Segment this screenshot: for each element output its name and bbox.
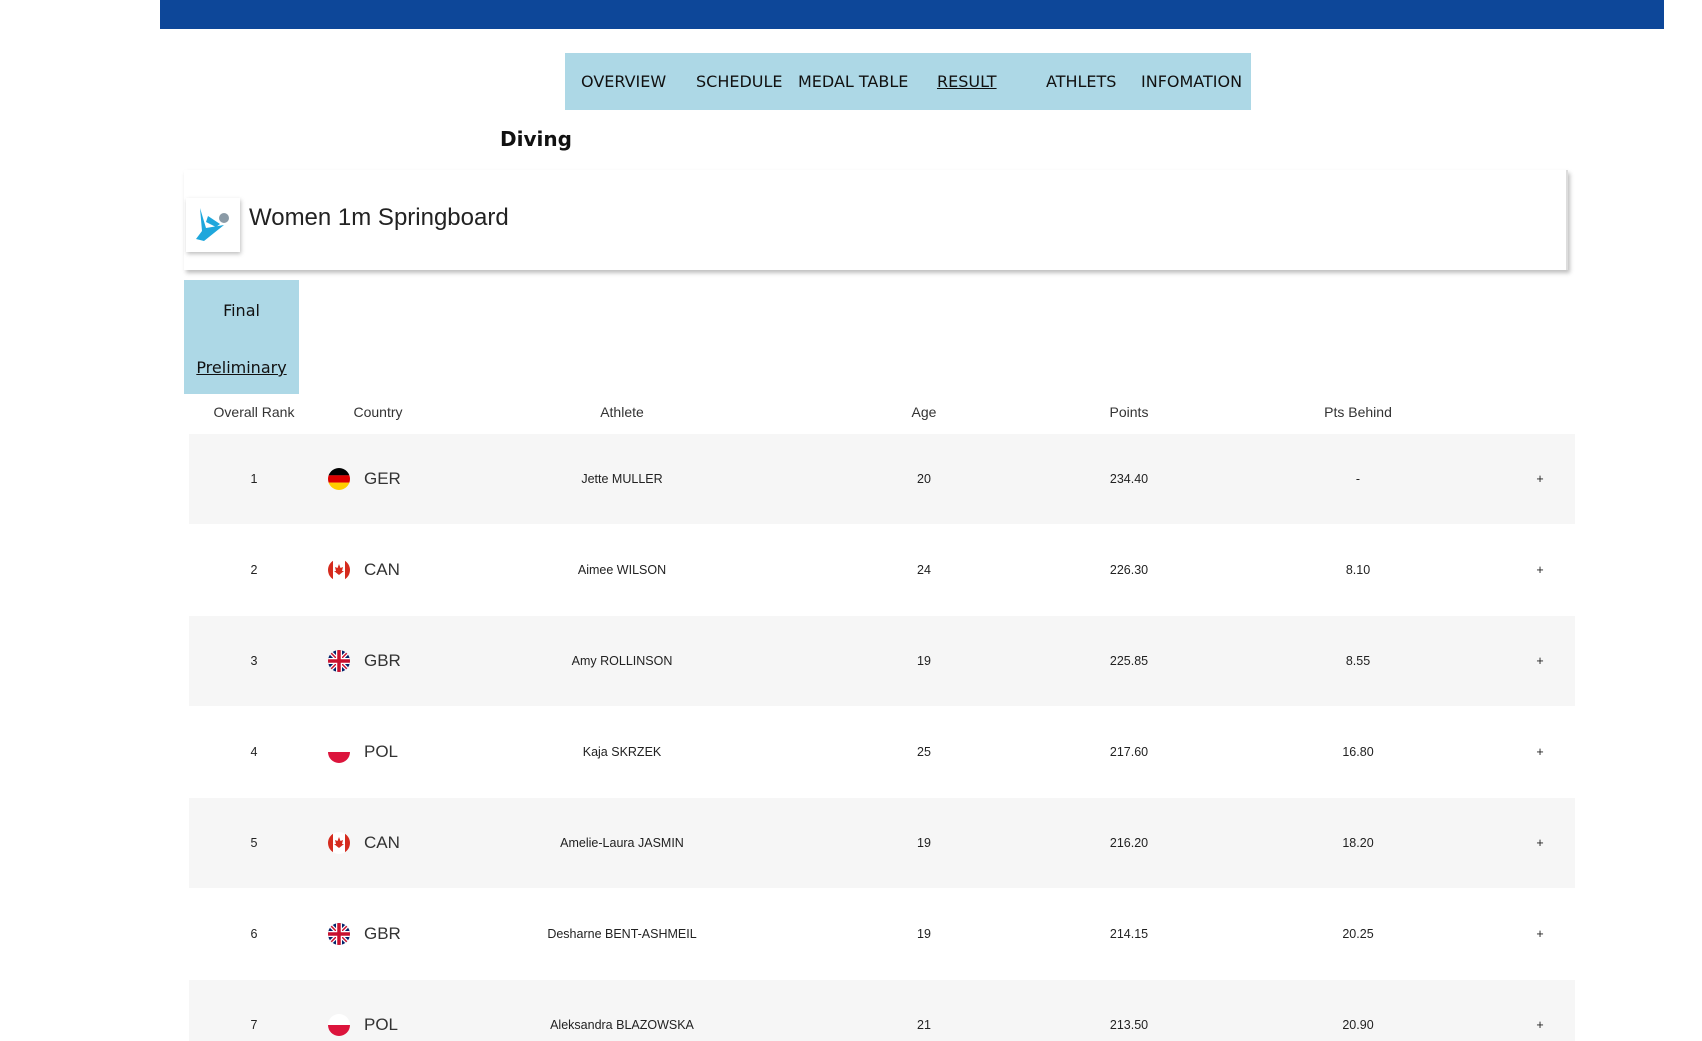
table-row[interactable]: 6 GBR Desharne BENT-ASHMEIL 19 214.15 20… xyxy=(189,889,1575,979)
rank-cell: 5 xyxy=(250,836,258,850)
table-row[interactable]: 1 GER Jette MULLER 20 234.40 - + xyxy=(189,434,1575,524)
poland-flag-icon xyxy=(328,1014,350,1036)
table-row[interactable]: 5 CAN Amelie-Laura JASMIN 19 216.20 18.2… xyxy=(189,798,1575,888)
expand-button[interactable]: + xyxy=(1536,616,1543,706)
country-cell: CAN xyxy=(328,525,400,615)
expand-button[interactable]: + xyxy=(1536,707,1543,797)
main-nav: OVERVIEW SCHEDULE MEDAL TABLE RESULT ATH… xyxy=(565,53,1251,110)
nav-result[interactable]: RESULT xyxy=(937,72,997,91)
pts-behind-cell: - xyxy=(1355,472,1361,486)
table-row[interactable]: 2 CAN Aimee WILSON 24 226.30 8.10 + xyxy=(189,525,1575,615)
athlete-name[interactable]: Jette MULLER xyxy=(581,434,662,524)
country-cell: POL xyxy=(328,707,398,797)
expand-button[interactable]: + xyxy=(1536,798,1543,888)
phase-tabs: Final Preliminary xyxy=(184,280,299,394)
event-card: Women 1m Springboard xyxy=(184,170,1568,270)
points-cell: 225.85 xyxy=(1109,654,1149,668)
pts-behind-cell: 8.55 xyxy=(1345,654,1371,668)
athlete-name[interactable]: Kaja SKRZEK xyxy=(583,707,662,797)
expand-button[interactable]: + xyxy=(1536,525,1543,615)
sport-title: Diving xyxy=(500,127,572,151)
rank-cell: 4 xyxy=(250,745,258,759)
canada-flag-icon xyxy=(328,832,350,854)
country-cell: GBR xyxy=(328,616,401,706)
points-cell: 234.40 xyxy=(1109,472,1149,486)
germany-flag-icon xyxy=(328,468,350,490)
age-cell: 19 xyxy=(917,836,931,850)
points-cell: 217.60 xyxy=(1109,745,1149,759)
table-row[interactable]: 4 POL Kaja SKRZEK 25 217.60 16.80 + xyxy=(189,707,1575,797)
nav-athlets[interactable]: ATHLETS xyxy=(1046,72,1116,91)
athlete-name[interactable]: Aimee WILSON xyxy=(578,525,666,615)
age-cell: 19 xyxy=(917,927,931,941)
nav-medal-table[interactable]: MEDAL TABLE xyxy=(798,72,908,91)
tab-final[interactable]: Final xyxy=(184,301,299,320)
top-banner xyxy=(160,0,1664,29)
pts-behind-cell: 8.10 xyxy=(1345,563,1371,577)
age-cell: 20 xyxy=(917,472,931,486)
points-cell: 216.20 xyxy=(1109,836,1149,850)
rank-cell: 1 xyxy=(250,472,258,486)
country-code: GBR xyxy=(364,651,401,670)
athlete-name[interactable]: Desharne BENT-ASHMEIL xyxy=(547,889,696,979)
header-points: Points xyxy=(1109,404,1149,420)
tab-preliminary[interactable]: Preliminary xyxy=(184,358,299,377)
points-cell: 226.30 xyxy=(1109,563,1149,577)
nav-schedule[interactable]: SCHEDULE xyxy=(696,72,783,91)
points-cell: 214.15 xyxy=(1109,927,1149,941)
header-age: Age xyxy=(911,404,937,420)
country-cell: CAN xyxy=(328,798,400,888)
expand-button[interactable]: + xyxy=(1536,889,1543,979)
expand-button[interactable]: + xyxy=(1536,980,1543,1041)
country-code: POL xyxy=(364,742,399,761)
age-cell: 24 xyxy=(917,563,931,577)
country-cell: GBR xyxy=(328,889,401,979)
pts-behind-cell: 16.80 xyxy=(1342,745,1374,759)
age-cell: 25 xyxy=(917,745,931,759)
country-code: GER xyxy=(364,469,401,488)
header-athlete: Athlete xyxy=(600,404,644,420)
country-cell: POL xyxy=(328,980,398,1041)
great-britain-flag-icon xyxy=(328,650,350,672)
great-britain-flag-icon xyxy=(328,923,350,945)
pts-behind-cell: 18.20 xyxy=(1342,836,1374,850)
country-code: CAN xyxy=(364,560,400,579)
rank-cell: 7 xyxy=(250,1018,258,1032)
header-overall-rank: Overall Rank xyxy=(213,404,295,420)
country-code: POL xyxy=(364,1015,399,1034)
header-country: Country xyxy=(353,404,403,420)
country-code: GBR xyxy=(364,924,401,943)
athlete-name[interactable]: Amelie-Laura JASMIN xyxy=(560,798,684,888)
table-row[interactable]: 3 GBR Amy ROLLINSON 19 225.85 8.55 + xyxy=(189,616,1575,706)
nav-overview[interactable]: OVERVIEW xyxy=(581,72,666,91)
pts-behind-cell: 20.90 xyxy=(1342,1018,1374,1032)
nav-infomation[interactable]: INFOMATION xyxy=(1141,72,1242,91)
canada-flag-icon xyxy=(328,559,350,581)
table-row[interactable]: 7 POL Aleksandra BLAZOWSKA 21 213.50 20.… xyxy=(189,980,1575,1041)
expand-button[interactable]: + xyxy=(1536,434,1543,524)
rank-cell: 3 xyxy=(250,654,258,668)
age-cell: 19 xyxy=(917,654,931,668)
points-cell: 213.50 xyxy=(1109,1018,1149,1032)
country-cell: GER xyxy=(328,434,401,524)
diving-icon xyxy=(186,198,240,252)
pts-behind-cell: 20.25 xyxy=(1342,927,1374,941)
event-title: Women 1m Springboard xyxy=(249,204,509,231)
country-code: CAN xyxy=(364,833,400,852)
athlete-name[interactable]: Aleksandra BLAZOWSKA xyxy=(550,980,694,1041)
rank-cell: 2 xyxy=(250,563,258,577)
age-cell: 21 xyxy=(917,1018,931,1032)
rank-cell: 6 xyxy=(250,927,258,941)
header-pts-behind: Pts Behind xyxy=(1324,404,1392,420)
athlete-name[interactable]: Amy ROLLINSON xyxy=(572,616,673,706)
poland-flag-icon xyxy=(328,741,350,763)
